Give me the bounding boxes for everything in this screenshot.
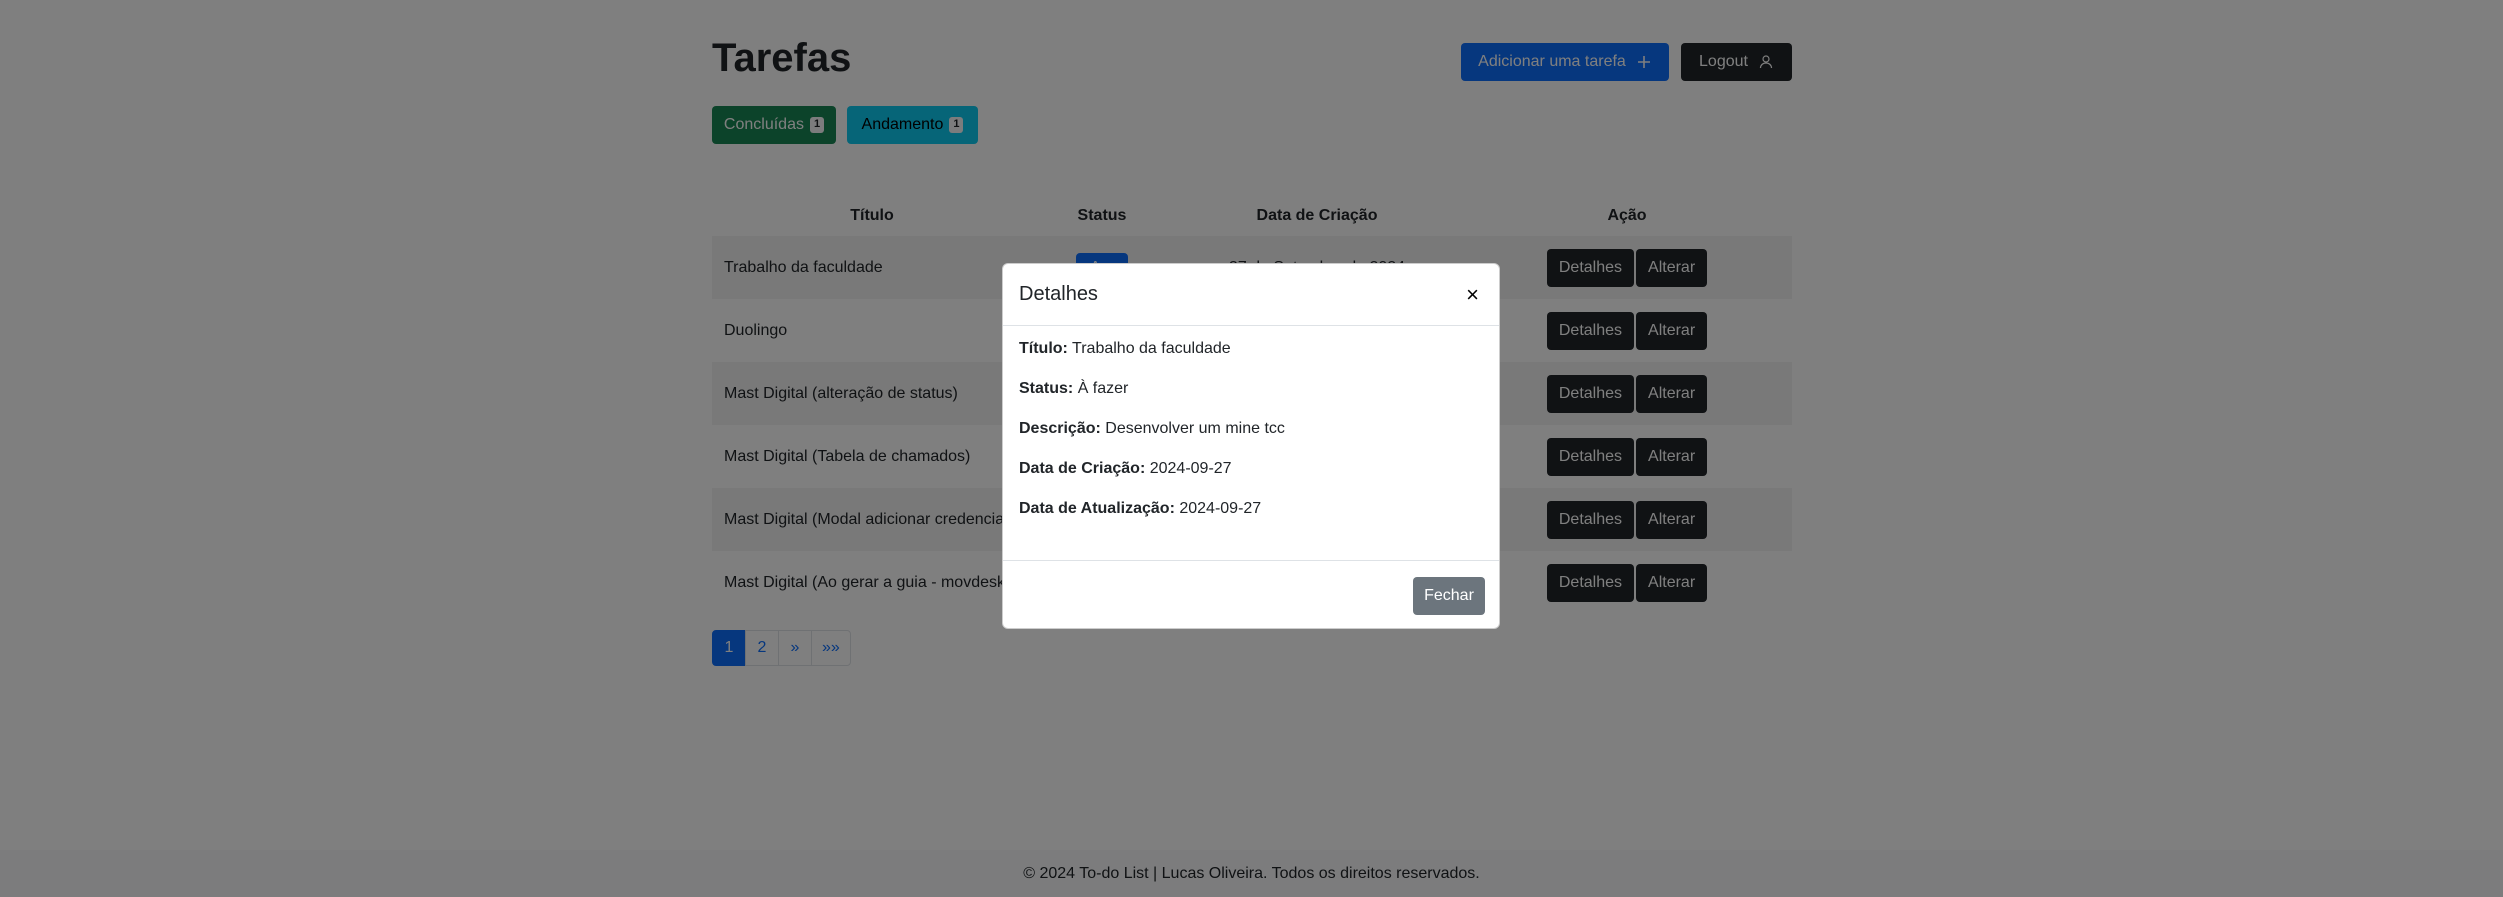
detail-label: Data de Atualização: [1019,500,1175,517]
detail-status: Status: À fazer [1019,380,1483,398]
detail-titulo: Título: Trabalho da faculdade [1019,340,1483,358]
detail-label: Descrição: [1019,420,1101,437]
modal-header: Detalhes × [1003,264,1499,326]
fechar-button[interactable]: Fechar [1413,576,1485,615]
detail-value: Desenvolver um mine tcc [1105,420,1285,437]
detail-label: Título: [1019,340,1068,357]
modal-title: Detalhes [1019,283,1098,305]
detail-value: Trabalho da faculdade [1072,340,1231,357]
detail-value: 2024-09-27 [1179,500,1262,517]
detail-data-criacao: Data de Criação: 2024-09-27 [1019,460,1483,478]
close-icon[interactable]: × [1462,280,1483,310]
detail-value: 2024-09-27 [1149,460,1232,477]
modal-footer: Fechar [1003,560,1499,630]
details-modal: Detalhes × Título: Trabalho da faculdade… [1002,263,1500,629]
modal-body: Título: Trabalho da faculdade Status: À … [1003,326,1499,560]
detail-label: Data de Criação: [1019,460,1146,477]
page: Tarefas Adicionar uma tarefa Logout Conc… [0,0,2503,897]
detail-value: À fazer [1077,380,1129,397]
detail-label: Status: [1019,380,1074,397]
detail-data-atualizacao: Data de Atualização: 2024-09-27 [1019,500,1483,518]
detail-descricao: Descrição: Desenvolver um mine tcc [1019,420,1483,438]
